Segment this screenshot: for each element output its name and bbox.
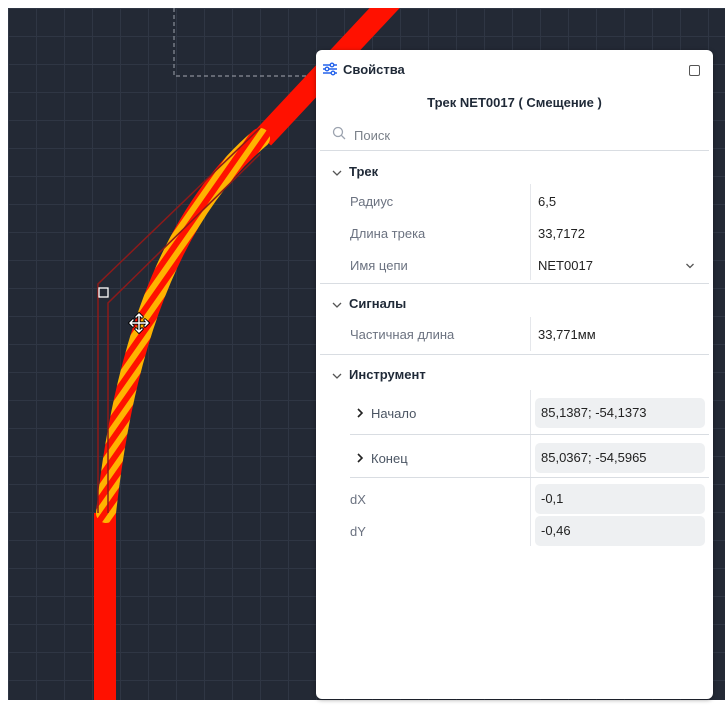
row-label: Длина трека	[350, 226, 426, 241]
chevron-down-icon	[332, 373, 342, 379]
vertex-handle[interactable]	[98, 287, 109, 298]
chevron-down-icon	[332, 302, 342, 308]
chevron-down-icon[interactable]	[685, 262, 695, 270]
dx-value[interactable]: -0,1	[535, 484, 705, 514]
section-signals-title: Сигналы	[349, 296, 407, 311]
row-net-name: Имя цепи NET0017	[316, 249, 713, 281]
search-icon	[332, 126, 346, 140]
row-dx: dX -0,1	[316, 483, 713, 515]
section-track[interactable]: Трек	[316, 158, 713, 186]
sliders-icon	[323, 62, 337, 76]
row-track-length: Длина трека 33,7172	[316, 217, 713, 249]
row-partial-length: Частичная длина 33,771мм	[316, 318, 713, 350]
dy-label: dY	[350, 524, 366, 539]
row-divider	[350, 477, 709, 478]
maximize-icon[interactable]	[689, 65, 700, 76]
section-divider	[320, 354, 709, 355]
row-dy: dY -0,46	[316, 515, 713, 547]
row-divider	[350, 434, 709, 435]
section-signals[interactable]: Сигналы	[316, 290, 713, 318]
properties-panel: Свойства Трек NET0017 ( Смещение ) Трек …	[316, 50, 713, 699]
section-tool[interactable]: Инструмент	[316, 361, 713, 389]
panel-title: Свойства	[343, 62, 405, 77]
row-end[interactable]: Конец 85,0367; -54,5965	[316, 442, 713, 474]
dy-value[interactable]: -0,46	[535, 516, 705, 546]
section-tool-title: Инструмент	[349, 367, 426, 382]
row-start[interactable]: Начало 85,1387; -54,1373	[316, 397, 713, 429]
net-name-select[interactable]: NET0017	[538, 258, 593, 273]
search-bar	[320, 118, 709, 151]
start-value[interactable]: 85,1387; -54,1373	[535, 398, 705, 428]
panel-header: Свойства	[316, 50, 713, 90]
chevron-down-icon	[332, 170, 342, 176]
chevron-right-icon[interactable]	[356, 453, 364, 463]
section-track-title: Трек	[349, 164, 379, 179]
track-length-value: 33,7172	[538, 226, 585, 241]
partial-length-value: 33,771мм	[538, 327, 596, 342]
object-subtitle: Трек NET0017 ( Смещение )	[427, 95, 602, 110]
end-value[interactable]: 85,0367; -54,5965	[535, 443, 705, 473]
end-label: Конец	[371, 451, 408, 466]
search-input[interactable]	[352, 123, 696, 147]
track-arc-selected[interactable]	[96, 128, 270, 523]
row-radius: Радиус 6,5	[316, 185, 713, 217]
board-outline-dashed	[173, 8, 320, 77]
start-label: Начало	[371, 406, 417, 421]
row-label: Частичная длина	[350, 327, 455, 342]
row-label: Имя цепи	[350, 258, 408, 273]
section-divider	[320, 283, 709, 284]
radius-value[interactable]: 6,5	[538, 194, 556, 209]
chevron-right-icon[interactable]	[356, 408, 364, 418]
row-label: Радиус	[350, 194, 394, 209]
dx-label: dX	[350, 492, 366, 507]
